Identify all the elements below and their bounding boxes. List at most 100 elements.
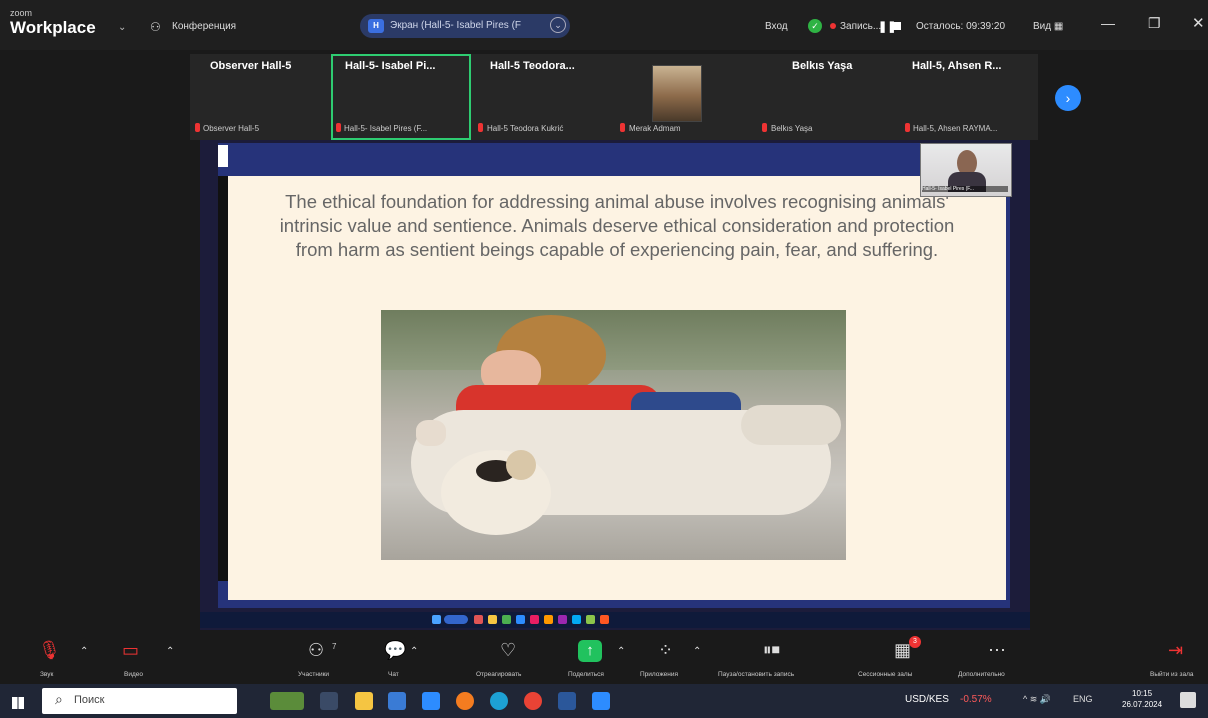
- remaining-time: Осталось: 09:39:20: [916, 21, 1006, 32]
- restore-icon[interactable]: ❐: [1148, 15, 1161, 32]
- participant-label: Hall-5 Teodora Kukrić: [487, 124, 564, 133]
- more-icon[interactable]: ⋯: [988, 640, 1006, 661]
- shield-icon[interactable]: ✓: [808, 19, 822, 33]
- leave-label[interactable]: Выйти из зала: [1150, 671, 1193, 678]
- stop-icon[interactable]: [893, 22, 901, 30]
- chevron-down-icon[interactable]: ⌄: [118, 22, 126, 33]
- share-label[interactable]: Поделиться: [568, 671, 604, 678]
- apps-label[interactable]: Приложения: [640, 671, 678, 678]
- mail-icon[interactable]: [422, 692, 440, 710]
- date: 26.07.2024: [1122, 700, 1163, 709]
- participant-label: Hall-5- Isabel Pires (F...: [344, 124, 428, 133]
- mic-muted-icon: [478, 123, 483, 132]
- app-icon: [544, 615, 553, 624]
- mic-muted-icon[interactable]: 🎙: [38, 640, 61, 661]
- app-icon: [530, 615, 539, 624]
- pause-stop-record-icon[interactable]: ⏸⏹: [763, 640, 780, 660]
- participant-strip: [190, 54, 1038, 140]
- view-label: Вид: [1033, 21, 1052, 32]
- breakout-badge: 3: [909, 636, 921, 648]
- search-placeholder[interactable]: Поиск: [74, 694, 104, 706]
- recording-label: Запись...: [840, 21, 882, 32]
- react-label[interactable]: Отреагировать: [476, 671, 521, 678]
- enter-label[interactable]: Вход: [765, 21, 788, 32]
- apps-icon[interactable]: ⁘: [658, 640, 673, 661]
- clock[interactable]: 10:15 26.07.2024: [1122, 688, 1162, 710]
- mic-muted-icon: [195, 123, 200, 132]
- chevron-up-icon[interactable]: ⌃: [617, 646, 625, 657]
- participant-name[interactable]: Hall-5- Isabel Pi...: [345, 60, 435, 72]
- participants-icon[interactable]: ⚇: [308, 640, 324, 661]
- chat-icon[interactable]: 💬: [384, 640, 406, 661]
- chrome-icon[interactable]: [524, 692, 542, 710]
- app-icon: [516, 615, 525, 624]
- app-logo: Workplace: [10, 18, 96, 37]
- language-indicator[interactable]: ENG: [1073, 694, 1093, 704]
- conference-menu[interactable]: Конференция: [172, 21, 236, 32]
- app-icon: [432, 615, 441, 624]
- participant-name[interactable]: Hall-5, Ahsen R...: [912, 60, 1001, 72]
- shared-taskbar: [200, 612, 1030, 628]
- app-icon: [444, 615, 468, 624]
- react-heart-icon[interactable]: ♡: [500, 640, 516, 661]
- share-screen-button[interactable]: ↑: [578, 640, 602, 662]
- participant-label: Merak Admam: [629, 124, 681, 133]
- slide-text: The ethical foundation for addressing an…: [279, 191, 955, 260]
- notification-icon[interactable]: [1180, 692, 1196, 708]
- tray-icons[interactable]: ^ ≋ 🔊: [1023, 694, 1051, 705]
- meeting-controls: [0, 630, 1208, 684]
- participant-name[interactable]: Hall-5 Teodora...: [490, 60, 575, 72]
- record-dot-icon: [830, 23, 836, 29]
- participants-label[interactable]: Участники: [298, 671, 329, 678]
- video-label[interactable]: Видео: [124, 671, 143, 678]
- conference-icon[interactable]: ⚇: [150, 20, 161, 34]
- chevron-up-icon[interactable]: ⌃: [410, 646, 418, 657]
- store-icon[interactable]: [388, 692, 406, 710]
- currency-rate[interactable]: USD/KES: [905, 694, 949, 705]
- participants-count: 7: [332, 642, 337, 651]
- windows-start-icon[interactable]: [12, 697, 24, 709]
- speaker-label: Hall-5- Isabel Pires (F...: [922, 186, 1008, 192]
- chat-label[interactable]: Чат: [388, 671, 399, 678]
- currency-change: -0.57%: [960, 694, 992, 705]
- file-explorer-icon[interactable]: [355, 692, 373, 710]
- app-icon: [488, 615, 497, 624]
- word-icon[interactable]: [558, 692, 576, 710]
- time: 10:15: [1132, 689, 1153, 698]
- task-view-icon[interactable]: [320, 692, 338, 710]
- participant-name[interactable]: Observer Hall-5: [210, 60, 291, 72]
- video-off-icon[interactable]: ▭: [122, 640, 139, 661]
- close-icon[interactable]: ✕: [1192, 14, 1205, 32]
- app-icon: [600, 615, 609, 624]
- zoom-icon[interactable]: [592, 692, 610, 710]
- participant-label: Observer Hall-5: [203, 124, 260, 133]
- participant-label: Belkıs Yaşa: [771, 124, 813, 133]
- search-icon: ⌕: [55, 691, 63, 707]
- app-logo-small: zoom: [10, 8, 33, 18]
- mic-muted-icon: [620, 123, 625, 132]
- mic-muted-icon: [336, 123, 341, 132]
- audio-label[interactable]: Звук: [40, 671, 53, 678]
- taskbar-search[interactable]: [42, 688, 237, 714]
- edge-icon[interactable]: [490, 692, 508, 710]
- weather-icon[interactable]: [270, 692, 304, 710]
- slide-corner: [218, 145, 228, 167]
- pause-record-label[interactable]: Пауза/остановить запись: [718, 671, 794, 678]
- app-icon: [558, 615, 567, 624]
- chevron-up-icon[interactable]: ⌃: [693, 646, 701, 657]
- chevron-up-icon[interactable]: ⌃: [80, 646, 88, 657]
- app-icon: [502, 615, 511, 624]
- participant-avatar[interactable]: [652, 65, 702, 122]
- firefox-icon[interactable]: [456, 692, 474, 710]
- minimize-icon[interactable]: —: [1101, 15, 1115, 31]
- more-label[interactable]: Дополнительно: [958, 671, 1005, 678]
- slide-photo: [381, 310, 846, 560]
- chevron-down-icon[interactable]: ⌄: [550, 17, 566, 33]
- view-menu[interactable]: Вид ▦: [1033, 21, 1063, 32]
- leave-icon[interactable]: ⇥: [1168, 640, 1183, 661]
- participant-name[interactable]: Belkıs Yaşa: [792, 60, 852, 72]
- screen-share-label[interactable]: Экран (Hall-5- Isabel Pires (F: [390, 20, 521, 31]
- breakout-label[interactable]: Сессионные залы: [858, 671, 912, 678]
- next-page-button[interactable]: ›: [1055, 85, 1081, 111]
- chevron-up-icon[interactable]: ⌃: [166, 646, 174, 657]
